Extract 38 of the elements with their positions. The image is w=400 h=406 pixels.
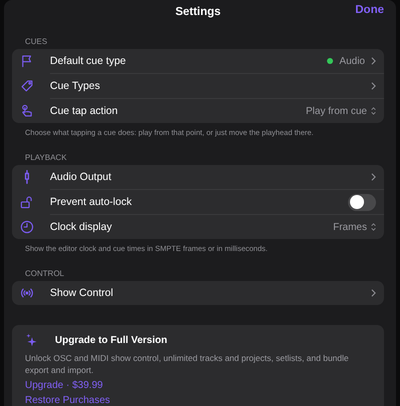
settings-row[interactable]: Prevent auto-lock: [12, 190, 384, 214]
unlocked-padlock-icon: [20, 195, 34, 209]
up-down-chevron-icon: [371, 107, 376, 115]
section-header: CONTROL: [24, 268, 66, 280]
hand-icon: [20, 104, 34, 118]
upgrade-description: Unlock OSC and MIDI show control, unlimited tracks and projects, setlists, and bundle export and import.: [25, 352, 350, 376]
row-label: Prevent auto-lock: [50, 196, 133, 208]
settings-row[interactable]: Cue tap action Play from cue: [12, 99, 384, 123]
broadcast-icon: [20, 286, 34, 300]
sparkles-icon: [25, 333, 39, 347]
row-value: Frames: [333, 222, 367, 232]
chevron-icon: [371, 82, 376, 90]
up-down-chevron-icon: [371, 223, 376, 231]
chevron-icon: [371, 289, 376, 297]
screen-title: Settings: [175, 6, 221, 18]
row-label: Audio Output: [50, 171, 112, 183]
flag-icon: [20, 54, 34, 68]
chevron-icon: [371, 173, 376, 181]
section-header: PLAYBACK: [24, 152, 68, 164]
row-label: Show Control: [50, 287, 114, 299]
row-label: Cue tap action: [50, 105, 119, 117]
clock-icon: [20, 220, 34, 234]
settings-row[interactable]: Cue Types: [12, 74, 384, 98]
settings-row[interactable]: Audio Output: [12, 165, 384, 189]
settings-row[interactable]: Default cue type Audio: [12, 49, 384, 73]
tag-icon: [20, 79, 34, 93]
settings-row[interactable]: Show Control: [12, 281, 384, 305]
toggle-switch[interactable]: [348, 194, 376, 210]
row-label: Clock display: [50, 221, 113, 233]
settings-row[interactable]: Clock display Frames: [12, 215, 384, 239]
row-label: Cue Types: [50, 80, 102, 92]
row-label: Default cue type: [50, 55, 127, 67]
row-value: Play from cue: [306, 106, 367, 116]
section-header: CUES: [24, 36, 48, 48]
chevron-icon: [371, 57, 376, 65]
row-value: Audio: [339, 56, 365, 66]
done-button[interactable]: Done: [355, 4, 384, 16]
upgrade-title: Upgrade to Full Version: [55, 334, 168, 346]
